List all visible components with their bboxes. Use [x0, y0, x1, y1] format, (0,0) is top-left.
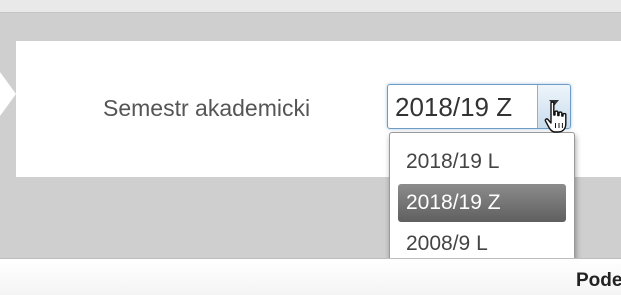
dropdown-option[interactable]: 2018/19 L: [398, 143, 566, 181]
panel-notch: [0, 72, 16, 116]
semester-select-value: 2018/19 Z: [395, 92, 513, 122]
bottom-toolbar-text[interactable]: Pode: [576, 270, 621, 292]
semester-dropdown: 2018/19 L 2018/19 Z 2008/9 L: [389, 132, 575, 272]
hand-pointer-icon: [544, 101, 567, 133]
top-strip: [0, 0, 621, 13]
dropdown-option-highlighted[interactable]: 2018/19 Z: [398, 184, 566, 222]
bottom-toolbar: Pode: [0, 258, 621, 295]
semester-label: Semestr akademicki: [103, 95, 311, 121]
